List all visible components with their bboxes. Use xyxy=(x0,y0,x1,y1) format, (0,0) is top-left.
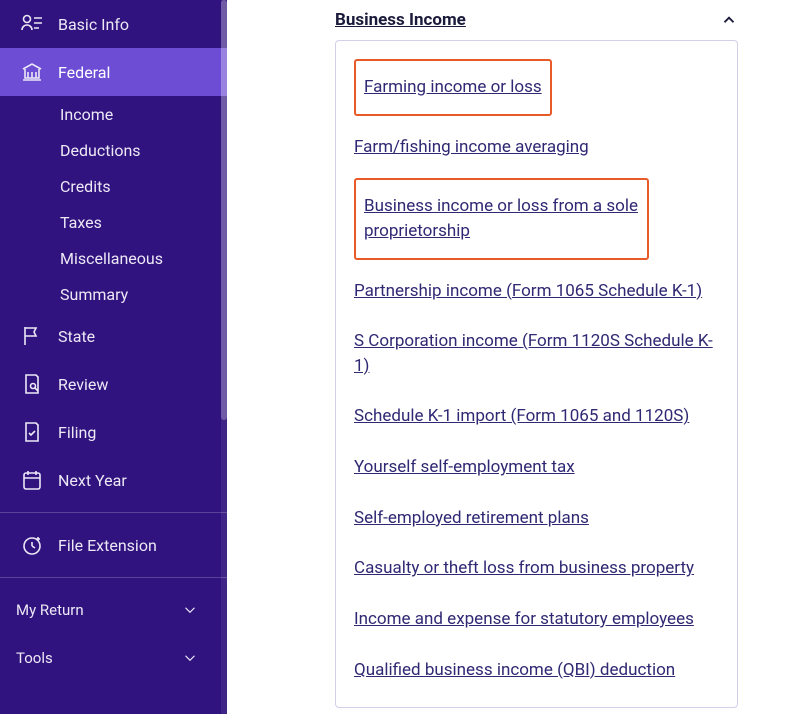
sidebar-divider xyxy=(0,512,227,513)
link-qbi-deduction[interactable]: Qualified business income (QBI) deductio… xyxy=(354,645,719,696)
nav-label: State xyxy=(58,327,95,346)
nav-basic-info[interactable]: Basic Info xyxy=(0,0,227,48)
link-partnership-k1[interactable]: Partnership income (Form 1065 Schedule K… xyxy=(354,266,719,317)
sub-nav-taxes[interactable]: Taxes xyxy=(0,204,227,240)
bottom-tools[interactable]: Tools xyxy=(0,634,227,682)
nav-state[interactable]: State xyxy=(0,312,227,360)
document-check-icon xyxy=(20,420,44,444)
nav-label: Next Year xyxy=(58,471,127,490)
section-title: Business Income xyxy=(335,10,466,30)
nav-filing[interactable]: Filing xyxy=(0,408,227,456)
nav-label: Filing xyxy=(58,423,96,442)
highlight-box-farming: Farming income or loss xyxy=(354,59,552,116)
link-se-retirement[interactable]: Self-employed retirement plans xyxy=(354,493,719,544)
sub-nav-summary[interactable]: Summary xyxy=(0,276,227,312)
link-farm-fishing-averaging[interactable]: Farm/fishing income averaging xyxy=(354,122,719,173)
nav-label: Basic Info xyxy=(58,15,129,34)
nav-label: Review xyxy=(58,375,108,394)
document-search-icon xyxy=(20,372,44,396)
section-header-business-income[interactable]: Business Income xyxy=(335,4,738,40)
government-building-icon xyxy=(20,60,44,84)
sidebar: Basic Info Federal Income Deductions Cre… xyxy=(0,0,227,714)
link-statutory-employees[interactable]: Income and expense for statutory employe… xyxy=(354,594,719,645)
person-card-icon xyxy=(20,12,44,36)
bottom-my-return[interactable]: My Return xyxy=(0,586,227,634)
nav-next-year[interactable]: Next Year xyxy=(0,456,227,504)
sub-nav-income[interactable]: Income xyxy=(0,96,227,132)
chevron-up-icon xyxy=(720,11,738,29)
sub-nav-miscellaneous[interactable]: Miscellaneous xyxy=(0,240,227,276)
link-se-tax[interactable]: Yourself self-employment tax xyxy=(354,442,719,493)
clock-plus-icon xyxy=(20,533,44,557)
link-sole-proprietorship[interactable]: Business income or loss from a sole prop… xyxy=(364,186,639,251)
main-content: Business Income Farming income or loss F… xyxy=(227,0,794,714)
link-farming-income[interactable]: Farming income or loss xyxy=(364,67,542,108)
sidebar-divider-2 xyxy=(0,577,227,578)
nav-review[interactable]: Review xyxy=(0,360,227,408)
link-s-corp-k1[interactable]: S Corporation income (Form 1120S Schedul… xyxy=(354,316,719,391)
chevron-down-icon xyxy=(181,601,199,619)
nav-file-extension[interactable]: File Extension xyxy=(0,521,227,569)
nav-federal[interactable]: Federal xyxy=(0,48,227,96)
sidebar-scrollbar-track xyxy=(221,0,227,714)
calendar-icon xyxy=(20,468,44,492)
section-body: Farming income or loss Farm/fishing inco… xyxy=(335,40,738,708)
sub-nav-deductions[interactable]: Deductions xyxy=(0,132,227,168)
nav-label: File Extension xyxy=(58,536,157,555)
chevron-down-icon xyxy=(181,649,199,667)
sidebar-scrollbar-thumb[interactable] xyxy=(221,0,227,420)
flag-icon xyxy=(20,324,44,348)
link-casualty-theft[interactable]: Casualty or theft loss from business pro… xyxy=(354,543,719,594)
sub-nav-credits[interactable]: Credits xyxy=(0,168,227,204)
link-k1-import[interactable]: Schedule K-1 import (Form 1065 and 1120S… xyxy=(354,391,719,442)
nav-label: Federal xyxy=(58,63,110,82)
highlight-box-sole-prop: Business income or loss from a sole prop… xyxy=(354,178,649,259)
